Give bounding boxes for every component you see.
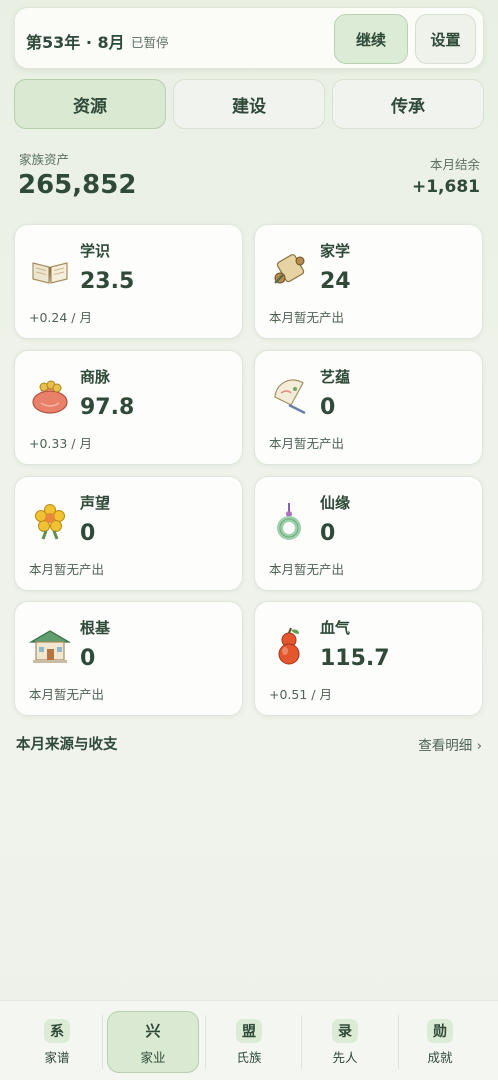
resource-value: 0 bbox=[80, 646, 96, 671]
tab-inheritance[interactable]: 传承 bbox=[332, 79, 484, 129]
monthly-balance-value: +1,681 bbox=[411, 177, 480, 197]
resource-rate: 本月暂无产出 bbox=[269, 562, 345, 577]
nav-label: 家业 bbox=[140, 1049, 166, 1065]
book-icon bbox=[32, 262, 68, 284]
bottom-navigation: 系 家谱 兴 家业 盟 氏族 录 先人 勋 成就 bbox=[0, 1000, 498, 1080]
house-icon bbox=[29, 630, 71, 663]
resource-rate: +0.51 / 月 bbox=[269, 687, 332, 702]
nav-divider bbox=[102, 1015, 103, 1069]
achievements-icon: 勋 bbox=[427, 1018, 453, 1043]
resource-value: 0 bbox=[320, 395, 336, 420]
family-assets-value: 265,852 bbox=[18, 170, 137, 200]
nav-achievements[interactable]: 勋 成就 bbox=[397, 1011, 483, 1073]
resource-rate: 本月暂无产出 bbox=[269, 436, 345, 451]
resource-card-family-learning[interactable]: 家学 24 本月暂无产出 bbox=[254, 224, 483, 339]
nav-label: 家谱 bbox=[44, 1049, 70, 1065]
resource-value: 97.8 bbox=[80, 395, 135, 420]
nav-clan[interactable]: 盟 氏族 bbox=[206, 1011, 292, 1073]
continue-button[interactable]: 继续 bbox=[334, 14, 408, 64]
resource-name: 声望 bbox=[80, 494, 111, 512]
resource-name: 商脉 bbox=[80, 368, 111, 386]
resource-card-immortal-fate[interactable]: 仙缘 0 本月暂无产出 bbox=[254, 476, 483, 591]
resource-rate: +0.33 / 月 bbox=[29, 436, 92, 451]
resource-rate: 本月暂无产出 bbox=[29, 687, 105, 702]
nav-family-business[interactable]: 兴 家业 bbox=[107, 1011, 199, 1073]
medal-flower-icon bbox=[35, 504, 65, 540]
resource-card-commerce[interactable]: 商脉 97.8 +0.33 / 月 bbox=[14, 350, 243, 465]
scroll-icon bbox=[274, 254, 305, 284]
resource-card-vitality[interactable]: 血气 115.7 +0.51 / 月 bbox=[254, 601, 483, 716]
clan-icon: 盟 bbox=[236, 1018, 262, 1043]
gourd-icon bbox=[278, 627, 300, 665]
resource-value: 115.7 bbox=[320, 646, 390, 671]
jade-pendant-icon bbox=[277, 503, 301, 540]
tab-construction[interactable]: 建设 bbox=[173, 79, 325, 129]
resource-card-knowledge[interactable]: 学识 23.5 +0.24 / 月 bbox=[14, 224, 243, 339]
nav-label: 氏族 bbox=[236, 1049, 262, 1065]
monthly-income-title: 本月来源与收支 bbox=[16, 737, 118, 753]
resource-name: 血气 bbox=[320, 619, 351, 637]
genealogy-icon: 系 bbox=[44, 1018, 70, 1043]
settings-button[interactable]: 设置 bbox=[415, 14, 476, 64]
family-business-icon: 兴 bbox=[145, 1022, 161, 1040]
view-details-link[interactable]: 查看明细 › bbox=[418, 734, 482, 754]
resource-value: 0 bbox=[80, 521, 96, 546]
top-status-bar: 第53年 · 8月 已暂停 继续 设置 bbox=[14, 7, 484, 69]
family-assets-label: 家族资产 bbox=[19, 152, 70, 167]
monthly-balance-label: 本月结余 bbox=[429, 157, 480, 172]
resource-card-art[interactable]: 艺蕴 0 本月暂无产出 bbox=[254, 350, 483, 465]
fan-icon bbox=[274, 379, 306, 415]
nav-label: 先人 bbox=[332, 1049, 358, 1065]
resource-name: 家学 bbox=[320, 242, 351, 260]
pause-status: 已暂停 bbox=[131, 35, 169, 50]
tab-resources[interactable]: 资源 bbox=[14, 79, 166, 129]
game-date: 第53年 · 8月 bbox=[26, 33, 125, 52]
resource-rate: 本月暂无产出 bbox=[269, 310, 345, 325]
money-bag-icon bbox=[32, 380, 68, 414]
nav-label: 成就 bbox=[427, 1049, 453, 1065]
resource-name: 根基 bbox=[80, 619, 111, 637]
resource-name: 艺蕴 bbox=[320, 368, 351, 386]
resource-card-foundation[interactable]: 根基 0 本月暂无产出 bbox=[14, 601, 243, 716]
nav-ancestors[interactable]: 录 先人 bbox=[302, 1011, 388, 1073]
resource-value: 0 bbox=[320, 521, 336, 546]
nav-genealogy[interactable]: 系 家谱 bbox=[14, 1011, 100, 1073]
resource-card-prestige[interactable]: 声望 0 本月暂无产出 bbox=[14, 476, 243, 591]
ancestors-icon: 录 bbox=[332, 1018, 358, 1043]
resource-name: 仙缘 bbox=[320, 494, 351, 512]
resource-rate: 本月暂无产出 bbox=[29, 562, 105, 577]
resource-value: 24 bbox=[320, 269, 351, 294]
resource-name: 学识 bbox=[80, 242, 111, 260]
resource-value: 23.5 bbox=[80, 269, 135, 294]
resource-rate: +0.24 / 月 bbox=[29, 310, 92, 325]
